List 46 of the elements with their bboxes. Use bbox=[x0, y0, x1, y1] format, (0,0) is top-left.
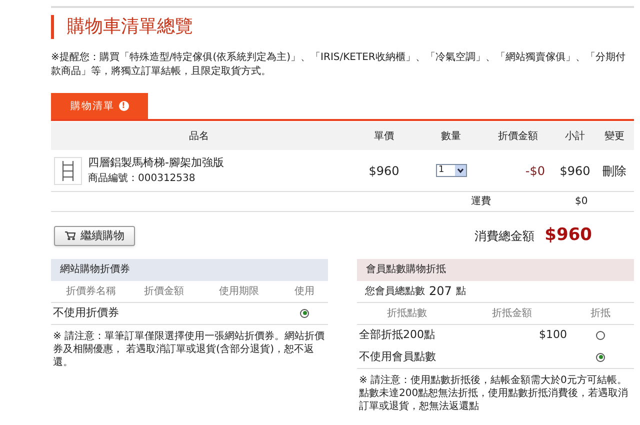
unit-price: $960 bbox=[368, 162, 400, 180]
column-header: 折抵金額 bbox=[491, 306, 533, 320]
delete-link[interactable]: 刪除 bbox=[595, 162, 634, 180]
column-header: 折價金額 bbox=[497, 130, 539, 144]
points-panel-header: 會員點數購物折抵 bbox=[357, 258, 634, 280]
total-label: 消費總金額 bbox=[474, 228, 535, 245]
subtotal: $960 bbox=[558, 162, 592, 180]
page-title: 購物車清單總覽 bbox=[67, 18, 193, 36]
badge-icon: ! bbox=[118, 101, 128, 111]
column-header: 小計 bbox=[564, 130, 586, 144]
radio-button[interactable] bbox=[300, 308, 309, 318]
ladder-icon bbox=[61, 158, 75, 182]
column-header: 單價 bbox=[373, 130, 395, 144]
column-header: 使用 bbox=[294, 284, 316, 298]
column-header: 品名 bbox=[188, 130, 210, 144]
column-header: 變更 bbox=[604, 130, 626, 144]
points-option-label: 全部折抵200點 bbox=[358, 327, 436, 344]
total-amount: $960 bbox=[544, 224, 592, 247]
points-unit: 點 bbox=[456, 284, 466, 298]
column-header: 折價金額 bbox=[143, 284, 185, 298]
points-total-label: 您會員總點數 bbox=[365, 284, 425, 298]
column-header: 折抵點數 bbox=[386, 306, 428, 320]
discount-amount: -$0 bbox=[524, 162, 546, 180]
title-accent-bar bbox=[51, 15, 54, 39]
radio-button[interactable] bbox=[596, 331, 605, 340]
radio-button[interactable] bbox=[596, 352, 605, 362]
coupon-option-label: 不使用折價券 bbox=[53, 304, 119, 321]
shipping-label: 運費 bbox=[471, 194, 492, 209]
product-code: 商品編號：000312538 bbox=[88, 172, 196, 186]
points-note: ※ 請注意：使用點數折抵後，結帳金額需大於0元方可結帳。點數未達200點恕無法折抵，使用點數折抵消費後，若遇取消訂單或退貨，恕無法返還點 bbox=[358, 374, 630, 412]
continue-shopping-button[interactable]: 繼續購物 bbox=[54, 226, 135, 246]
points-total: 207 bbox=[429, 283, 452, 300]
column-header: 折抵 bbox=[590, 306, 612, 320]
product-name[interactable]: 四層鋁製馬椅梯-腳架加強版 bbox=[88, 154, 224, 172]
column-header: 數量 bbox=[440, 130, 462, 144]
column-header: 使用期限 bbox=[218, 284, 260, 298]
points-discount-amount: $100 bbox=[538, 327, 567, 344]
column-header: 折價券名稱 bbox=[65, 284, 117, 298]
coupon-panel-header: 網站購物折價券 bbox=[51, 258, 328, 280]
points-option-label: 不使用會員點數 bbox=[358, 348, 437, 365]
quantity-select[interactable]: 1 bbox=[436, 164, 466, 177]
coupon-note: ※ 請注意：單筆訂單僅限選擇使用一張網站折價券。網站折價券及相關優惠， 若遇取消訂單或退貨(含部分退貨)，恕不返還。 bbox=[52, 330, 326, 368]
shipping-fee: $0 bbox=[575, 195, 588, 209]
cart-icon bbox=[64, 231, 76, 240]
cart-tab[interactable]: 購物清單 ! bbox=[51, 93, 148, 119]
notice-text: ※提醒您：購買「特殊造型/特定傢俱(依系統判定為主)」、「IRIS/KETER收納櫃」、「冷氣空調」、「網站獨賣傢俱」、「分期付款商品」等，將獨立訂單結帳，且限定取貨方式。 bbox=[51, 51, 626, 79]
